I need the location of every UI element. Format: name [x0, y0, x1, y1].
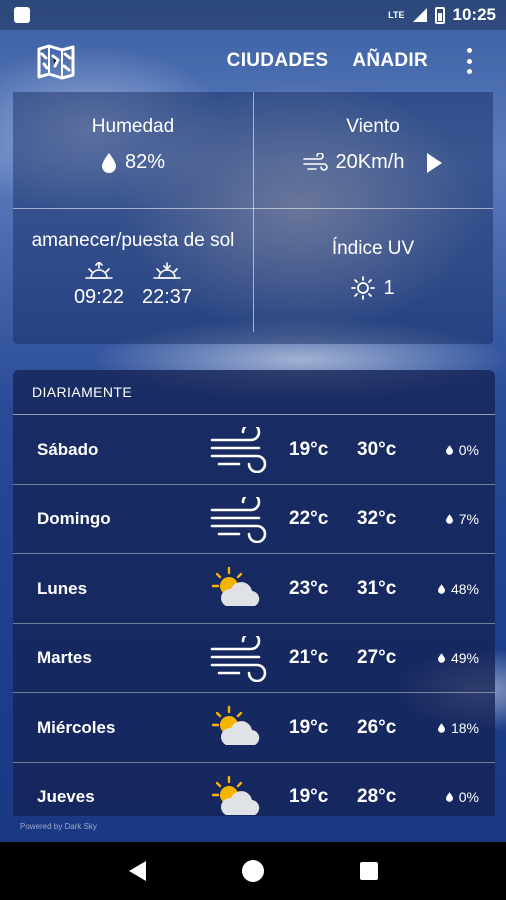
- sunrise-sunset-title: amanecer/puesta de sol: [31, 230, 235, 251]
- map-icon[interactable]: [36, 44, 76, 80]
- partly-cloudy-icon: [209, 566, 269, 612]
- daily-forecast-row-martes[interactable]: Martes 21°c 27°c 49%: [13, 624, 495, 693]
- precipitation-value: 0%: [458, 789, 479, 805]
- day-name: Jueves: [37, 787, 95, 806]
- wind-icon: [209, 631, 269, 682]
- water-drop-icon: [101, 152, 116, 173]
- max-temperature: 28°c: [357, 786, 397, 807]
- max-temperature: 26°c: [357, 716, 397, 738]
- wind-cell: Viento 20Km/h: [253, 116, 493, 174]
- daily-forecast-row-sábado[interactable]: Sábado 19°c 30°c 0%: [13, 415, 495, 485]
- recent-apps-icon[interactable]: [359, 862, 378, 880]
- sunset-time: 22:37: [142, 286, 193, 308]
- max-temperature: 32°c: [357, 508, 397, 529]
- battery-icon: [434, 6, 445, 24]
- precipitation-value: 18%: [450, 719, 479, 736]
- min-temperature: 21°c: [289, 647, 329, 668]
- wind-icon: [209, 422, 269, 474]
- precipitation-chance: 7%: [445, 485, 479, 554]
- min-temperature: 19°c: [289, 716, 329, 738]
- precipitation-chance: 49%: [437, 624, 479, 693]
- precipitation-value: 7%: [458, 511, 479, 527]
- water-drop-icon: [437, 722, 445, 733]
- app-screen: LTE 10:25 CIUDADES AÑADIR Humedad 82% Vi…: [0, 0, 506, 900]
- notification-icon: [14, 7, 30, 23]
- humidity-value: 82%: [124, 151, 166, 173]
- wind-icon: [209, 492, 269, 543]
- wind-value: 20Km/h: [335, 151, 405, 173]
- min-temperature: 23°c: [289, 577, 329, 599]
- current-conditions-panel: Humedad 82% Viento 20Km/h amanecer/puest…: [13, 92, 493, 344]
- status-bar: LTE 10:25: [0, 0, 506, 30]
- uv-index-title: Índice UV: [331, 238, 415, 259]
- partly-cloudy-icon: [209, 775, 269, 817]
- grid-divider-horizontal: [13, 208, 493, 209]
- max-temperature: 31°c: [357, 577, 397, 599]
- day-name: Miércoles: [37, 717, 116, 737]
- powered-by-label: Powered by Dark Sky: [20, 822, 97, 831]
- water-drop-icon: [445, 514, 453, 524]
- water-drop-icon: [437, 653, 445, 663]
- daily-forecast-row-domingo[interactable]: Domingo 22°c 32°c 7%: [13, 485, 495, 554]
- day-name: Sábado: [37, 439, 99, 459]
- home-icon[interactable]: [241, 860, 264, 882]
- sunset-icon: [153, 262, 181, 279]
- daily-forecast-row-lunes[interactable]: Lunes 23°c 31°c 48%: [13, 554, 495, 624]
- precipitation-value: 0%: [458, 441, 479, 458]
- sunrise-sunset-cell: amanecer/puesta de sol 09:22 22:37: [13, 230, 253, 309]
- signal-icon: [412, 8, 427, 22]
- sun-icon: [351, 276, 376, 300]
- humidity-title: Humedad: [91, 116, 175, 137]
- water-drop-icon: [445, 444, 453, 455]
- precipitation-chance: 0%: [445, 763, 479, 817]
- daily-forecast-row-jueves[interactable]: Jueves 19°c 28°c 0%: [13, 763, 495, 817]
- precipitation-value: 49%: [450, 650, 479, 666]
- partly-cloudy-icon: [209, 705, 269, 751]
- back-icon[interactable]: [128, 861, 146, 881]
- daily-forecast-panel: DIARIAMENTE Sábado 19°c 30°c 0% Domingo …: [13, 370, 495, 816]
- day-name: Lunes: [37, 578, 88, 598]
- system-navigation-bar: [0, 842, 506, 900]
- water-drop-icon: [445, 792, 453, 802]
- min-temperature: 22°c: [289, 508, 329, 529]
- wind-direction-arrow-icon: [427, 152, 443, 173]
- network-type-label: LTE: [388, 9, 405, 20]
- add-city-button[interactable]: AÑADIR: [352, 50, 428, 72]
- max-temperature: 27°c: [357, 647, 397, 668]
- wind-icon: [302, 152, 328, 171]
- day-name: Martes: [37, 648, 92, 667]
- humidity-cell: Humedad 82%: [13, 116, 253, 174]
- uv-index-cell: Índice UV 1: [253, 238, 493, 300]
- precipitation-value: 48%: [450, 580, 479, 597]
- max-temperature: 30°c: [357, 438, 397, 460]
- daily-forecast-header: DIARIAMENTE: [13, 370, 495, 415]
- daily-forecast-row-miércoles[interactable]: Miércoles 19°c 26°c 18%: [13, 693, 495, 763]
- clock: 10:25: [452, 5, 496, 24]
- sunrise-time: 09:22: [73, 286, 124, 308]
- sunrise-icon: [85, 262, 113, 279]
- app-bar: CIUDADES AÑADIR: [0, 30, 506, 92]
- day-name: Domingo: [37, 509, 111, 528]
- water-drop-icon: [437, 583, 445, 594]
- precipitation-chance: 18%: [437, 693, 479, 762]
- wind-title: Viento: [346, 116, 400, 137]
- precipitation-chance: 48%: [437, 554, 479, 623]
- cities-button[interactable]: CIUDADES: [227, 50, 329, 72]
- more-vert-icon[interactable]: [462, 46, 476, 76]
- precipitation-chance: 0%: [445, 415, 479, 484]
- uv-index-value: 1: [383, 276, 395, 299]
- min-temperature: 19°c: [289, 438, 329, 460]
- min-temperature: 19°c: [289, 786, 329, 807]
